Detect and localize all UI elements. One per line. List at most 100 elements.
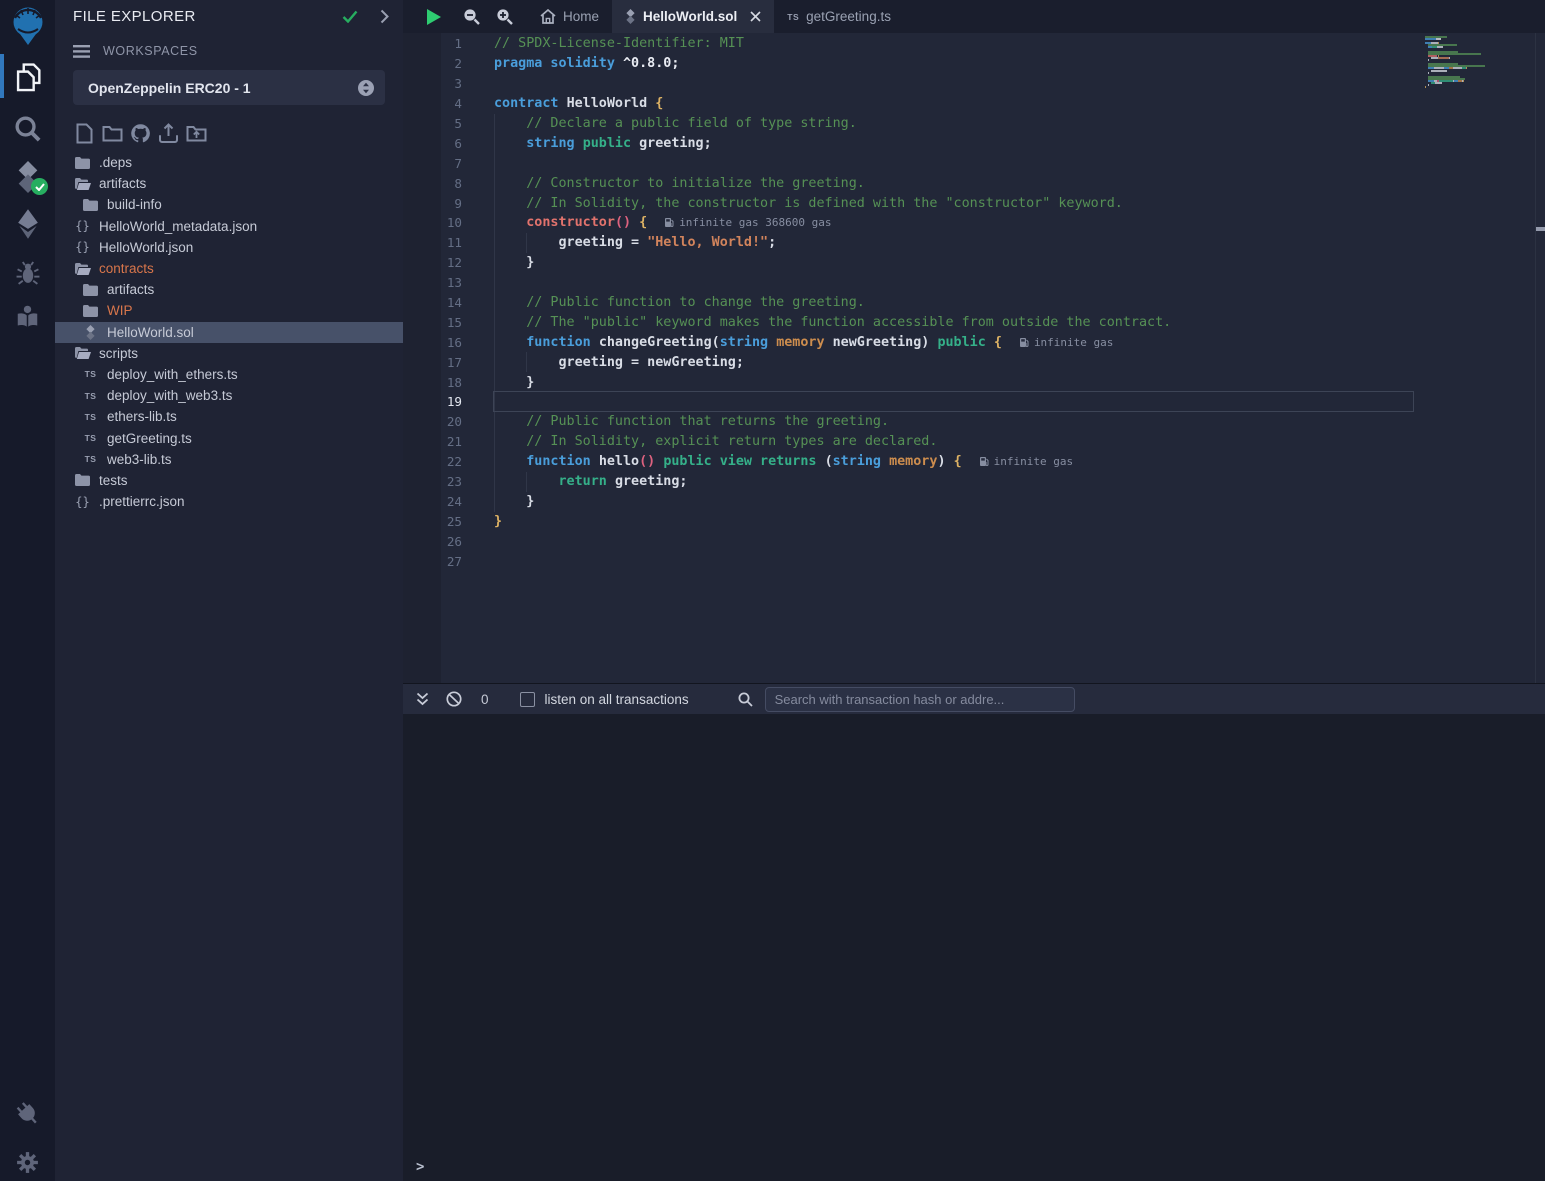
code-line-3[interactable]: 3 — [403, 74, 1545, 94]
tree-item-HelloWorld_metadata.json[interactable]: {}HelloWorld_metadata.json — [55, 216, 403, 237]
code-line-14[interactable]: 14 // Public function to change the gree… — [403, 293, 1545, 313]
line-number: 13 — [403, 275, 462, 290]
remix-logo-icon[interactable] — [0, 5, 55, 50]
code-line-4[interactable]: 4contract HelloWorld { — [403, 94, 1545, 114]
create-new-file-icon[interactable] — [74, 122, 95, 144]
create-new-folder-icon[interactable] — [102, 122, 123, 144]
code-text: } — [462, 514, 502, 529]
code-line-22[interactable]: 22 function hello() public view returns … — [403, 452, 1545, 472]
code-line-17[interactable]: 17 greeting = newGreeting; — [403, 352, 1545, 372]
json-icon: {} — [74, 495, 91, 509]
code-line-1[interactable]: 1// SPDX-License-Identifier: MIT — [403, 34, 1545, 54]
tree-item-scripts[interactable]: scripts — [55, 343, 403, 364]
code-line-24[interactable]: 24 } — [403, 491, 1545, 511]
tab-Home[interactable]: Home — [527, 0, 612, 33]
upload-file-icon[interactable] — [158, 122, 179, 144]
code-text: function hello() public view returns (st… — [462, 454, 962, 469]
code-line-16[interactable]: 16 function changeGreeting(string memory… — [403, 332, 1545, 352]
tree-item-artifacts[interactable]: artifacts — [55, 173, 403, 194]
code-line-11[interactable]: 11 greeting = "Hello, World!"; — [403, 233, 1545, 253]
transaction-search-input[interactable] — [765, 687, 1075, 712]
code-line-10[interactable]: 10 constructor() {infinite gas 368600 ga… — [403, 213, 1545, 233]
line-number: 8 — [403, 176, 462, 191]
code-line-15[interactable]: 15 // The "public" keyword makes the fun… — [403, 312, 1545, 332]
code-line-20[interactable]: 20 // Public function that returns the g… — [403, 412, 1545, 432]
code-text: constructor() { — [462, 215, 647, 230]
chevron-right-icon[interactable] — [380, 9, 389, 24]
code-text: greeting = newGreeting; — [462, 355, 744, 370]
tree-item-contracts[interactable]: contracts — [55, 258, 403, 279]
tree-item-getGreeting.ts[interactable]: TSgetGreeting.ts — [55, 427, 403, 448]
code-line-23[interactable]: 23 return greeting; — [403, 472, 1545, 492]
clear-console-icon[interactable] — [446, 691, 462, 707]
code-line-7[interactable]: 7 — [403, 153, 1545, 173]
learneth-icon[interactable] — [0, 304, 55, 330]
settings-icon[interactable] — [0, 1150, 55, 1175]
code-line-21[interactable]: 21 // In Solidity, explicit return types… — [403, 432, 1545, 452]
code-line-8[interactable]: 8 // Constructor to initialize the greet… — [403, 173, 1545, 193]
solidity-compiler-icon[interactable] — [0, 158, 55, 196]
tree-item-WIP[interactable]: WIP — [55, 300, 403, 321]
code-text: function changeGreeting(string memory ne… — [462, 335, 1002, 350]
run-script-button[interactable] — [426, 0, 442, 33]
zoom-in-icon[interactable] — [496, 0, 513, 33]
zoom-out-icon[interactable] — [463, 0, 480, 33]
code-line-27[interactable]: 27 — [403, 551, 1545, 571]
tree-item-deploy_with_ethers.ts[interactable]: TSdeploy_with_ethers.ts — [55, 364, 403, 385]
upload-folder-icon[interactable] — [186, 122, 207, 144]
code-text: pragma solidity ^0.8.0; — [462, 56, 679, 71]
tree-item-ethers-lib.ts[interactable]: TSethers-lib.ts — [55, 406, 403, 427]
tree-item-web3-lib.ts[interactable]: TSweb3-lib.ts — [55, 449, 403, 470]
workspace-ok-icon — [342, 10, 358, 23]
line-number: 15 — [403, 315, 462, 330]
code-text: string public greeting; — [462, 136, 712, 151]
tree-item-build-info[interactable]: build-info — [55, 194, 403, 215]
tree-item-label: HelloWorld.json — [99, 240, 193, 255]
search-icon[interactable] — [0, 113, 55, 144]
line-number: 27 — [403, 554, 462, 569]
code-line-13[interactable]: 13 — [403, 273, 1545, 293]
tab-getGreeting.ts[interactable]: TSgetGreeting.ts — [774, 0, 904, 33]
listen-transactions-checkbox[interactable] — [520, 692, 535, 707]
workspace-select[interactable]: OpenZeppelin ERC20 - 1 — [73, 70, 385, 105]
close-icon[interactable] — [750, 11, 761, 22]
clone-github-icon[interactable] — [130, 122, 151, 144]
file-explorer-toolbar — [74, 122, 207, 144]
deploy-run-icon[interactable] — [0, 208, 55, 240]
tree-item-tests[interactable]: tests — [55, 470, 403, 491]
code-line-2[interactable]: 2pragma solidity ^0.8.0; — [403, 54, 1545, 74]
ts-icon: TS — [82, 412, 99, 422]
tree-item-deploy_with_web3.ts[interactable]: TSdeploy_with_web3.ts — [55, 385, 403, 406]
code-text: // Public function to change the greetin… — [462, 295, 865, 310]
code-line-6[interactable]: 6 string public greeting; — [403, 133, 1545, 153]
tree-item-.deps[interactable]: .deps — [55, 152, 403, 173]
tree-item-artifacts[interactable]: artifacts — [55, 279, 403, 300]
terminal-expand-icon[interactable] — [416, 692, 429, 706]
file-explorer-icon[interactable] — [0, 60, 55, 96]
code-line-9[interactable]: 9 // In Solidity, the constructor is def… — [403, 193, 1545, 213]
line-number: 1 — [403, 36, 462, 51]
workspaces-menu-icon[interactable] — [73, 45, 90, 58]
line-number: 5 — [403, 116, 462, 131]
code-line-18[interactable]: 18 } — [403, 372, 1545, 392]
scrollbar-handle[interactable] — [1536, 227, 1545, 231]
remix-ide-window: FILE EXPLORER WORKSPACES OpenZeppelin ER… — [0, 0, 1545, 1181]
terminal[interactable]: > — [403, 714, 1545, 1181]
code-line-25[interactable]: 25} — [403, 511, 1545, 531]
code-line-26[interactable]: 26 — [403, 531, 1545, 551]
code-line-12[interactable]: 12 } — [403, 253, 1545, 273]
plugin-manager-icon[interactable] — [0, 1100, 55, 1128]
code-line-5[interactable]: 5 // Declare a public field of type stri… — [403, 114, 1545, 134]
tree-item-.prettierrc.json[interactable]: {} .prettierrc.json — [55, 491, 403, 512]
minimap[interactable] — [1425, 36, 1503, 93]
line-number: 22 — [403, 454, 462, 469]
tree-item-HelloWorld.sol[interactable]: HelloWorld.sol — [55, 322, 403, 343]
code-editor[interactable]: 1// SPDX-License-Identifier: MIT2pragma … — [403, 33, 1545, 683]
tab-HelloWorld.sol[interactable]: HelloWorld.sol — [612, 0, 774, 33]
gas-estimate-hint: infinite gas — [1019, 336, 1113, 349]
folder-open-icon — [74, 263, 91, 275]
debugger-icon[interactable] — [0, 261, 55, 286]
tree-item-label: .prettierrc.json — [99, 494, 185, 509]
tree-item-HelloWorld.json[interactable]: {}HelloWorld.json — [55, 237, 403, 258]
file-tree: .depsartifactsbuild-info{}HelloWorld_met… — [55, 152, 403, 512]
